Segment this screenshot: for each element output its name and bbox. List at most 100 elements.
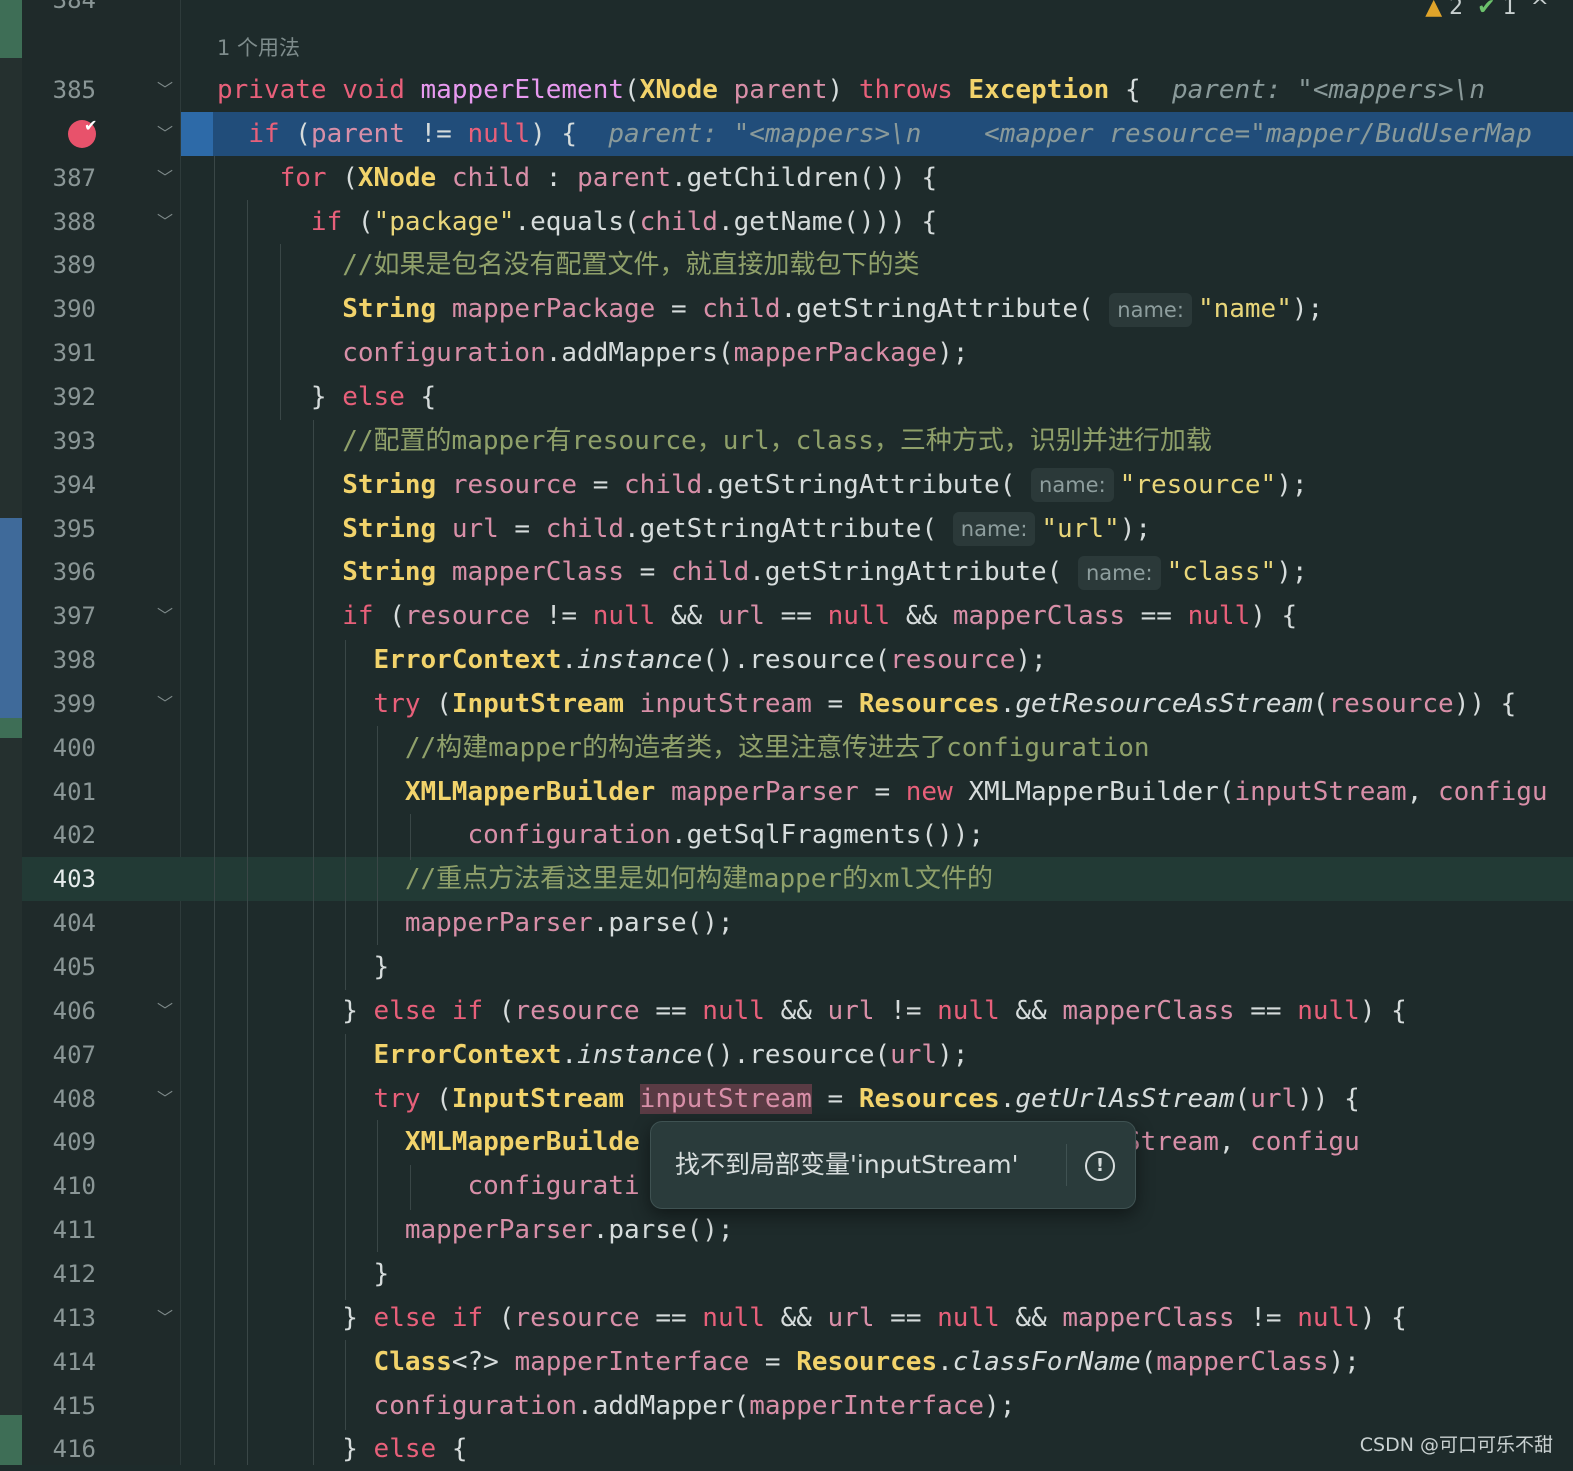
code-text[interactable]: if ("package".equals(child.getName())) { — [217, 200, 937, 244]
code-line[interactable]: 405 } — [0, 945, 1573, 989]
code-line[interactable]: 398 ErrorContext.instance().resource(res… — [0, 638, 1573, 682]
line-number[interactable]: 393 — [22, 419, 96, 463]
code-line[interactable]: 401 XMLMapperBuilder mapperParser = new … — [0, 770, 1573, 814]
code-text[interactable]: //配置的mapper有resource，url，class，三种方式，识别并进… — [217, 419, 1212, 463]
code-line[interactable]: 396 String mapperClass = child.getString… — [0, 550, 1573, 594]
line-number[interactable]: 415 — [22, 1384, 96, 1428]
fold-chevron-icon[interactable]: ﹀ — [155, 68, 175, 112]
line-number[interactable]: 392 — [22, 375, 96, 419]
line-number[interactable]: 414 — [22, 1340, 96, 1384]
code-line[interactable]: 412 } — [0, 1252, 1573, 1296]
line-number[interactable]: 413 — [22, 1296, 96, 1340]
code-line[interactable]: 411 mapperParser.parse(); — [0, 1208, 1573, 1252]
code-line[interactable]: 413 ﹀ } else if (resource == null && url … — [0, 1296, 1573, 1340]
line-number[interactable]: 412 — [22, 1252, 96, 1296]
line-number[interactable]: 384 — [22, 0, 96, 22]
code-line[interactable]: 388 ﹀ if ("package".equals(child.getName(… — [0, 200, 1573, 244]
line-number[interactable]: 396 — [22, 550, 96, 594]
code-text[interactable]: if (parent != null) { parent: "<mappers>… — [217, 112, 1532, 156]
info-circle-icon[interactable]: ! — [1085, 1151, 1115, 1181]
code-line[interactable]: 391 configuration.addMappers(mapperPacka… — [0, 331, 1573, 375]
collapse-icon[interactable]: ^ — [1531, 0, 1549, 20]
line-number[interactable]: 402 — [22, 813, 96, 857]
code-line[interactable]: 392 } else { — [0, 375, 1573, 419]
code-line[interactable]: 402 configuration.getSqlFragments()); — [0, 813, 1573, 857]
line-number[interactable]: 395 — [22, 507, 96, 551]
usage-hint[interactable]: 1 个用法 — [217, 28, 300, 68]
fold-chevron-icon[interactable]: ﹀ — [155, 112, 175, 156]
code-text[interactable]: configuration.addMapper(mapperInterface)… — [217, 1384, 1016, 1428]
code-text[interactable]: } else { — [217, 1427, 467, 1471]
fold-chevron-icon[interactable]: ﹀ — [155, 200, 175, 244]
line-number[interactable]: 403 — [22, 857, 96, 901]
line-number[interactable]: 389 — [22, 243, 96, 287]
code-line[interactable]: 414 Class<?> mapperInterface = Resources… — [0, 1340, 1573, 1384]
code-text[interactable]: configurati — [217, 1164, 639, 1208]
line-number[interactable]: 410 — [22, 1164, 96, 1208]
code-text[interactable]: String mapperClass = child.getStringAttr… — [217, 550, 1308, 594]
code-text[interactable]: } — [217, 1252, 390, 1296]
code-text[interactable]: configuration.addMappers(mapperPackage); — [217, 331, 968, 375]
line-number[interactable]: 406 — [22, 989, 96, 1033]
code-line[interactable]: ﹀ if (parent != null) { parent: "<mapper… — [0, 112, 1573, 156]
code-line[interactable]: 387 ﹀ for (XNode child : parent.getChildr… — [0, 156, 1573, 200]
code-text[interactable]: //重点方法看这里是如何构建mapper的xml文件的 — [217, 857, 993, 901]
code-line[interactable]: 403 //重点方法看这里是如何构建mapper的xml文件的 — [0, 857, 1573, 901]
code-line[interactable]: 415 configuration.addMapper(mapperInterf… — [0, 1384, 1573, 1428]
line-number[interactable]: 411 — [22, 1208, 96, 1252]
line-number[interactable]: 407 — [22, 1033, 96, 1077]
line-number[interactable]: 416 — [22, 1427, 96, 1471]
code-line[interactable]: 400 //构建mapper的构造者类，这里注意传进去了configuratio… — [0, 726, 1573, 770]
code-text[interactable]: try (InputStream inputStream = Resources… — [217, 1077, 1360, 1121]
code-line[interactable]: 393 //配置的mapper有resource，url，class，三种方式，… — [0, 419, 1573, 463]
inspection-status[interactable]: ▲ 2 ✔ 1 ^ — [1425, 0, 1549, 24]
fold-chevron-icon[interactable]: ﹀ — [155, 156, 175, 200]
fold-chevron-icon[interactable]: ﹀ — [155, 1077, 175, 1121]
line-number[interactable]: 391 — [22, 331, 96, 375]
code-line[interactable]: 407 ErrorContext.instance().resource(url… — [0, 1033, 1573, 1077]
code-text[interactable]: mapperParser.parse(); — [217, 901, 734, 945]
line-number[interactable]: 404 — [22, 901, 96, 945]
code-line[interactable]: 408 ﹀ try (InputStream inputStream = Reso… — [0, 1077, 1573, 1121]
code-line[interactable]: 385 ﹀ private void mapperElement(XNode par… — [0, 68, 1573, 112]
code-text[interactable]: mapperParser.parse(); — [217, 1208, 734, 1252]
code-text[interactable]: String resource = child.getStringAttribu… — [217, 463, 1308, 507]
code-text[interactable]: String mapperPackage = child.getStringAt… — [217, 287, 1323, 331]
code-text[interactable]: //构建mapper的构造者类，这里注意传进去了configuration — [217, 726, 1150, 770]
code-text[interactable]: private void mapperElement(XNode parent)… — [217, 68, 1485, 112]
code-line[interactable]: 390 String mapperPackage = child.getStri… — [0, 287, 1573, 331]
code-line[interactable]: 395 String url = child.getStringAttribut… — [0, 507, 1573, 551]
code-text[interactable]: configuration.getSqlFragments()); — [217, 813, 984, 857]
code-text[interactable]: try (InputStream inputStream = Resources… — [217, 682, 1517, 726]
line-number[interactable]: 408 — [22, 1077, 96, 1121]
line-number[interactable]: 394 — [22, 463, 96, 507]
code-line[interactable]: 384 — [0, 0, 1573, 22]
line-number[interactable]: 387 — [22, 156, 96, 200]
fold-chevron-icon[interactable]: ﹀ — [155, 594, 175, 638]
code-text[interactable]: } else { — [217, 375, 436, 419]
code-text[interactable]: } else if (resource == null && url != nu… — [217, 989, 1407, 1033]
line-number[interactable]: 400 — [22, 726, 96, 770]
code-line[interactable]: 404 mapperParser.parse(); — [0, 901, 1573, 945]
fold-chevron-icon[interactable]: ﹀ — [155, 1296, 175, 1340]
line-number[interactable]: 399 — [22, 682, 96, 726]
line-number[interactable]: 388 — [22, 200, 96, 244]
line-number[interactable]: 390 — [22, 287, 96, 331]
code-text[interactable]: ErrorContext.instance().resource(resourc… — [217, 638, 1047, 682]
code-text[interactable]: } else if (resource == null && url == nu… — [217, 1296, 1407, 1340]
code-line[interactable]: 389 //如果是包名没有配置文件，就直接加载包下的类 — [0, 243, 1573, 287]
code-text[interactable]: } — [217, 945, 390, 989]
code-text[interactable]: Class<?> mapperInterface = Resources.cla… — [217, 1340, 1360, 1384]
line-number[interactable]: 409 — [22, 1120, 96, 1164]
code-text[interactable]: //如果是包名没有配置文件，就直接加载包下的类 — [217, 243, 919, 287]
code-text[interactable]: String url = child.getStringAttribute( n… — [217, 507, 1151, 551]
code-line[interactable]: 416 } else { — [0, 1427, 1573, 1471]
code-line[interactable]: 406 ﹀ } else if (resource == null && url … — [0, 989, 1573, 1033]
code-text[interactable]: XMLMapperBuilder mapperParser = new XMLM… — [217, 770, 1548, 814]
line-number[interactable]: 385 — [22, 68, 96, 112]
fold-chevron-icon[interactable]: ﹀ — [155, 989, 175, 1033]
code-text[interactable]: ErrorContext.instance().resource(url); — [217, 1033, 969, 1077]
line-number[interactable]: 397 — [22, 594, 96, 638]
code-text[interactable]: for (XNode child : parent.getChildren())… — [217, 156, 938, 200]
code-text[interactable]: if (resource != null && url == null && m… — [217, 594, 1297, 638]
